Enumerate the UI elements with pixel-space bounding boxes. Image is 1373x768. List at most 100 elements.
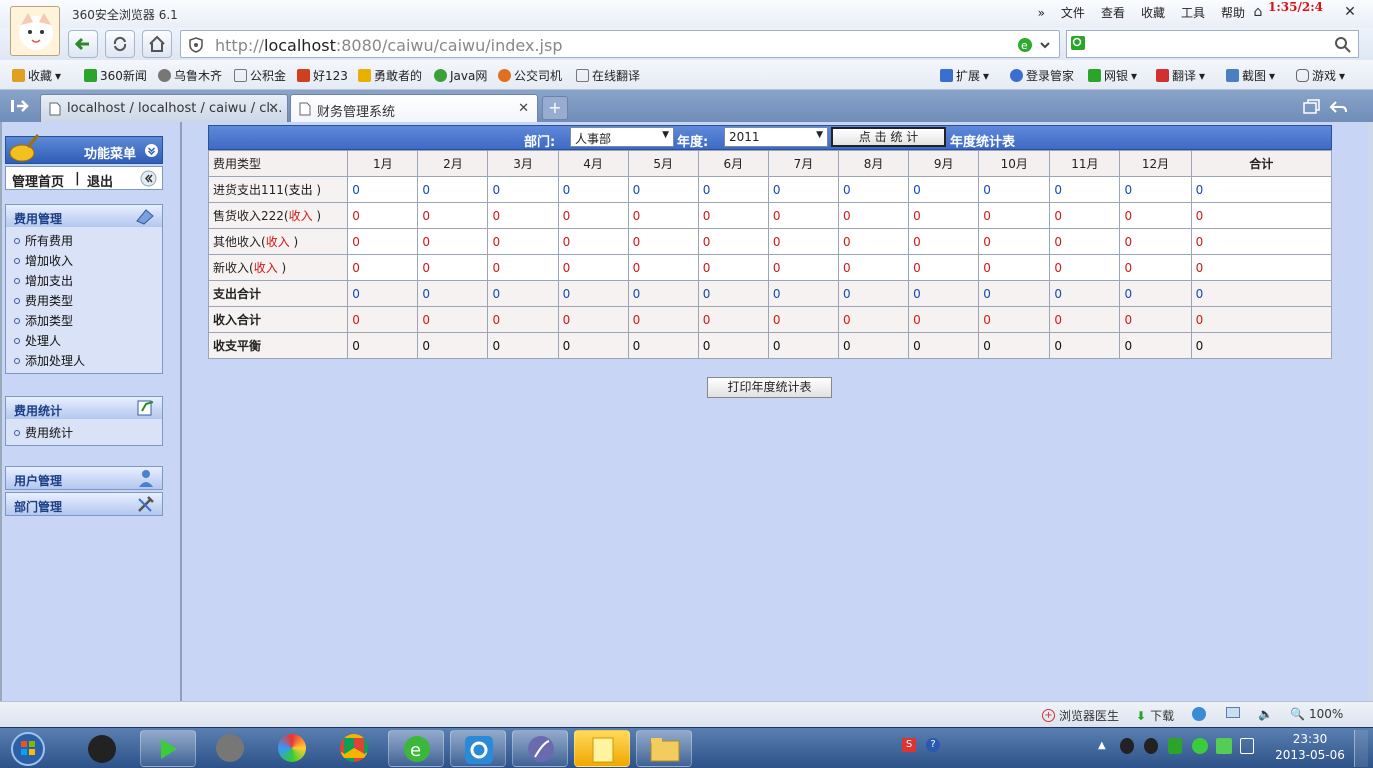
menu-view[interactable]: 查看 <box>1093 4 1133 22</box>
menu-help[interactable]: 帮助 <box>1213 4 1253 22</box>
menu-item-add-expense[interactable]: 增加支出 <box>6 269 162 289</box>
close-window-icon[interactable]: ✕ <box>1340 2 1360 22</box>
sogou-icon[interactable]: S <box>902 738 916 752</box>
bookmark-brave[interactable]: 勇敢者的 <box>358 67 422 84</box>
sidebar-toggle-icon[interactable] <box>10 98 30 114</box>
chrome-icon[interactable] <box>340 734 368 762</box>
collapse-menu-icon[interactable] <box>144 143 159 158</box>
qq-tray-icon-2[interactable] <box>1144 738 1158 754</box>
menu-more[interactable]: » <box>1030 4 1053 22</box>
color-wheel-icon[interactable] <box>278 734 306 762</box>
new-tab-button[interactable]: + <box>542 96 568 120</box>
menu-item-expense-types[interactable]: 费用类型 <box>6 289 162 309</box>
refresh-button[interactable] <box>105 30 135 58</box>
taskbar-qq-music[interactable] <box>450 730 506 767</box>
menu-favorites[interactable]: 收藏 <box>1133 4 1173 22</box>
user-avatar[interactable] <box>10 6 60 56</box>
system-clock[interactable]: 23:30 2013-05-06 <box>1270 731 1350 763</box>
ie-mode-icon[interactable]: e <box>1017 37 1033 53</box>
bookmark-favorites[interactable]: 收藏 ▾ <box>12 67 61 84</box>
show-desktop-button[interactable] <box>1354 730 1368 767</box>
panel-expense-statistics: 费用统计 费用统计 <box>5 396 163 446</box>
zoom-control[interactable]: 🔍 100% <box>1290 707 1343 721</box>
close-tab-icon[interactable]: ✕ <box>518 101 529 116</box>
login-manager-button[interactable]: 登录管家 <box>1010 67 1074 84</box>
bookmark-360news[interactable]: 360新闻 <box>84 67 147 84</box>
month-cell: 0 <box>767 176 840 203</box>
menu-item-add-type[interactable]: 添加类型 <box>6 309 162 329</box>
taskbar-eclipse[interactable] <box>512 730 568 767</box>
search-icon[interactable] <box>1334 36 1352 54</box>
usb-device-icon[interactable] <box>1240 738 1254 754</box>
security-shield-icon[interactable] <box>1168 738 1182 754</box>
menu-item-add-income[interactable]: 增加收入 <box>6 249 162 269</box>
games-button[interactable]: 游戏 ▾ <box>1296 67 1345 84</box>
download-button[interactable]: ⬇ 下载 <box>1136 707 1174 724</box>
show-hidden-icons[interactable]: ▲ <box>1098 740 1106 751</box>
section-title[interactable]: 费用管理 <box>6 205 162 227</box>
bank-button[interactable]: 网银 ▾ <box>1088 67 1137 84</box>
header-month: 1月 <box>347 150 419 177</box>
green-plus-icon[interactable] <box>1192 738 1208 754</box>
ie-icon[interactable] <box>1192 707 1206 721</box>
ext-button[interactable]: 扩展 ▾ <box>940 67 989 84</box>
dropdown-icon[interactable] <box>1039 39 1051 51</box>
menu-item-expense-stats[interactable]: 费用统计 <box>6 421 162 441</box>
undo-close-icon[interactable] <box>1328 99 1348 115</box>
menu-header: 功能菜单 <box>5 134 163 164</box>
home-link[interactable]: 管理首页 <box>12 171 64 190</box>
menu-item-handler[interactable]: 处理人 <box>6 329 162 349</box>
menu-item-all-expenses[interactable]: 所有费用 <box>6 229 162 249</box>
help-icon[interactable]: ? <box>926 738 940 752</box>
menu-tools[interactable]: 工具 <box>1173 4 1213 22</box>
start-button-icon[interactable] <box>10 731 46 767</box>
pin-icon[interactable]: ⌂ <box>1248 2 1268 22</box>
search-input[interactable] <box>1066 30 1359 58</box>
film-reel-icon[interactable] <box>216 734 244 762</box>
section-title[interactable]: 用户管理 <box>6 467 162 489</box>
section-title[interactable]: 部门管理 <box>6 493 162 515</box>
address-input[interactable]: http://localhost:8080/caiwu/caiwu/index.… <box>180 30 1060 58</box>
search-engine-icon[interactable] <box>1071 36 1089 52</box>
print-report-button[interactable]: 打印年度统计表 <box>707 377 832 398</box>
qq-icon[interactable] <box>88 735 116 763</box>
hao123-icon <box>297 69 310 82</box>
volume-icon[interactable]: 🔈 <box>1258 707 1273 721</box>
green-app-icon[interactable] <box>1216 738 1232 754</box>
header-month: 11月 <box>1049 150 1121 177</box>
menu-file[interactable]: 文件 <box>1053 4 1093 22</box>
bookmark-bus[interactable]: 公交司机 <box>498 67 562 84</box>
qq-tray-icon[interactable] <box>1120 738 1134 754</box>
taskbar-media-player[interactable] <box>140 730 196 767</box>
menu-item-add-handler[interactable]: 添加处理人 <box>6 349 162 369</box>
taskbar-explorer[interactable] <box>636 730 692 767</box>
taskbar-360-browser[interactable]: e <box>388 730 444 767</box>
dept-select[interactable]: 人事部 ▼ <box>570 127 674 147</box>
logout-link[interactable]: 退出 <box>87 171 113 190</box>
screenshot-button[interactable]: 截图 ▾ <box>1226 67 1275 84</box>
year-select[interactable]: 2011 ▼ <box>724 127 828 147</box>
refresh-icon <box>113 36 127 52</box>
bookmark-urumqi[interactable]: 乌鲁木齐 <box>158 67 222 84</box>
bookmark-translate[interactable]: 在线翻译 <box>576 67 640 84</box>
close-tab-icon[interactable]: ✕ <box>268 101 279 116</box>
bookmark-hao123[interactable]: 好123 <box>297 67 348 84</box>
double-left-icon[interactable] <box>140 170 157 187</box>
home-button[interactable] <box>142 30 172 58</box>
month-cell: 0 <box>837 228 910 255</box>
browser-doctor-button[interactable]: + 浏览器医生 <box>1042 707 1119 724</box>
window-icon[interactable] <box>1226 707 1240 718</box>
bookmark-java[interactable]: Java网 <box>434 67 487 84</box>
header-month: 9月 <box>908 150 980 177</box>
tab-phpmyadmin[interactable]: localhost / localhost / caiwu / cl... ✕ <box>40 94 288 122</box>
translate-button[interactable]: 翻译 ▾ <box>1156 67 1205 84</box>
back-button[interactable] <box>68 30 98 58</box>
tab-finance-system[interactable]: 财务管理系统 ✕ <box>290 94 538 122</box>
month-cell: 0 <box>347 332 419 359</box>
url-text: http://localhost:8080/caiwu/caiwu/index.… <box>215 36 563 55</box>
section-title[interactable]: 费用统计 <box>6 397 162 419</box>
bookmark-fund[interactable]: 公积金 <box>234 67 286 84</box>
taskbar-sticky-notes[interactable] <box>574 730 630 767</box>
submit-stats-button[interactable]: 点 击 统 计 <box>831 127 946 147</box>
restore-tabs-icon[interactable] <box>1302 99 1320 115</box>
